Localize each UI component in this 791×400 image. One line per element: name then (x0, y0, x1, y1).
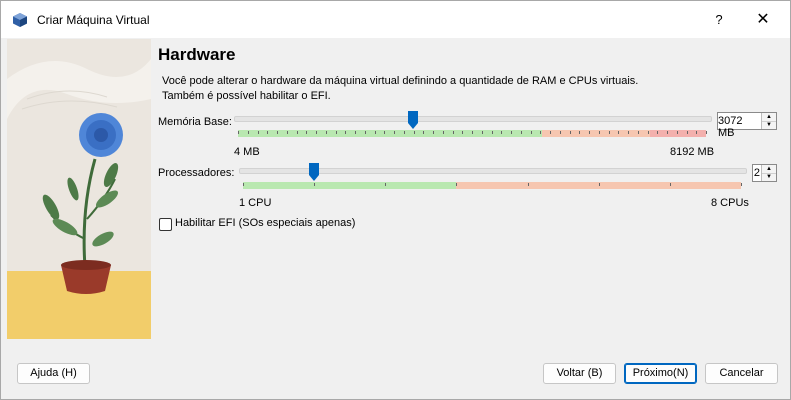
memory-spin-arrows: ▲ ▼ (761, 113, 776, 129)
cpu-tick (456, 183, 458, 186)
memory-ok-zone (238, 130, 543, 137)
memory-tick (433, 131, 434, 134)
memory-tick (296, 131, 298, 134)
memory-tick (277, 131, 278, 134)
cancel-button[interactable]: Cancelar (705, 363, 778, 384)
memory-slider-handle[interactable] (408, 111, 419, 129)
cpu-tick (527, 183, 529, 186)
cpu-tick (314, 183, 316, 186)
cpu-slider-handle[interactable] (309, 163, 320, 181)
memory-tick (589, 131, 590, 134)
memory-tick (355, 131, 356, 134)
memory-tick (325, 131, 327, 134)
efi-checkbox-label[interactable]: Habilitar EFI (SOs especiais apenas) (175, 217, 355, 229)
memory-tick (676, 131, 678, 134)
memory-tick (267, 131, 269, 134)
memory-tick (257, 131, 259, 134)
cpu-tick (741, 183, 742, 186)
window-title: Criar Máquina Virtual (37, 13, 150, 27)
memory-tick (706, 131, 707, 134)
memory-tick (608, 131, 610, 134)
memory-tick (316, 131, 317, 134)
memory-tick (520, 131, 522, 134)
memory-slider[interactable] (234, 111, 714, 151)
memory-bad-zone (649, 130, 706, 137)
cpu-spin-arrows: ▲ ▼ (761, 165, 776, 181)
cpu-label: Processadores: (158, 167, 235, 179)
cpu-decrement-icon[interactable]: ▼ (762, 173, 776, 181)
wizard-illustration (7, 39, 151, 339)
memory-tick (462, 131, 464, 134)
memory-tick (364, 131, 366, 134)
cpu-tick (669, 183, 671, 186)
memory-tick (442, 131, 444, 134)
memory-tick (472, 131, 473, 134)
efi-checkbox[interactable] (159, 218, 172, 231)
memory-tick (569, 131, 571, 134)
memory-tick (559, 131, 561, 134)
memory-tick (394, 131, 395, 134)
memory-spinbox[interactable]: 3072 MB ▲ ▼ (717, 112, 777, 139)
memory-value: 3072 MB (718, 115, 743, 139)
memory-tick (335, 131, 337, 134)
dialog-footer: Ajuda (H) Voltar (B) Próximo(N) Cancelar (1, 353, 790, 399)
memory-tick (628, 131, 629, 134)
memory-tick (530, 131, 532, 134)
memory-tick (686, 131, 688, 134)
memory-tick (286, 131, 288, 134)
memory-label: Memória Base: (158, 116, 232, 128)
cpu-tick (598, 183, 600, 186)
memory-tick (345, 131, 347, 134)
close-button[interactable]: ✕ (753, 10, 773, 30)
next-button[interactable]: Próximo(N) (624, 363, 697, 384)
virtualbox-icon (13, 13, 27, 27)
memory-tick (511, 131, 512, 134)
memory-tick (423, 131, 425, 134)
cpu-value: 2 (753, 167, 760, 179)
help-button[interactable]: Ajuda (H) (17, 363, 90, 384)
memory-tick (579, 131, 581, 134)
memory-tick (306, 131, 308, 134)
title-bar: Criar Máquina Virtual ? ✕ (1, 1, 790, 38)
cpu-min-label: 1 CPU (239, 197, 272, 209)
memory-tick (413, 131, 415, 134)
memory-tick (696, 131, 698, 134)
cpu-max-label: 8 CPUs (711, 197, 749, 209)
memory-tick (247, 131, 249, 134)
memory-tick (374, 131, 376, 134)
memory-tick (667, 131, 668, 134)
cpu-spinbox[interactable]: 2 ▲ ▼ (752, 164, 777, 182)
memory-tick (637, 131, 639, 134)
memory-tick (501, 131, 503, 134)
cpu-tick (385, 183, 387, 186)
memory-tick (657, 131, 659, 134)
memory-tick (452, 131, 454, 134)
memory-tick (550, 131, 551, 134)
memory-tick (647, 131, 649, 134)
memory-decrement-icon[interactable]: ▼ (762, 121, 776, 129)
help-title-button[interactable]: ? (709, 10, 729, 30)
page-description: Você pode alterar o hardware da máquina … (162, 75, 639, 102)
memory-min-label: 4 MB (234, 146, 260, 158)
cpu-slider[interactable] (239, 163, 749, 197)
memory-warn-zone (542, 130, 650, 137)
memory-tick (618, 131, 620, 134)
cpu-tick (243, 183, 244, 186)
memory-tick (491, 131, 493, 134)
memory-tick (384, 131, 386, 134)
memory-tick (598, 131, 600, 134)
memory-slider-track (234, 116, 712, 122)
memory-tick (238, 131, 239, 134)
memory-tick (540, 131, 542, 134)
page-heading: Hardware (158, 45, 236, 64)
memory-tick (403, 131, 405, 134)
memory-tick (481, 131, 483, 134)
cpu-ok-zone (243, 182, 457, 189)
create-vm-dialog: Criar Máquina Virtual ? ✕ Hardware Você … (0, 0, 791, 400)
memory-max-label: 8192 MB (670, 146, 715, 158)
back-button[interactable]: Voltar (B) (543, 363, 616, 384)
